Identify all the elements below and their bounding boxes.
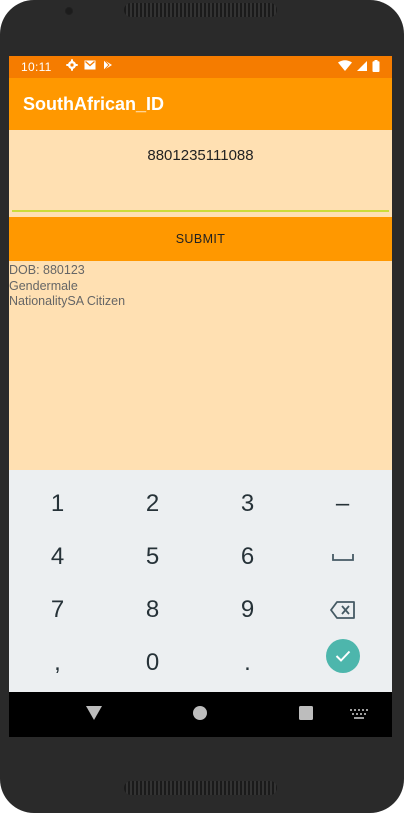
recents-icon[interactable] bbox=[299, 706, 313, 720]
key-0[interactable]: 0 bbox=[105, 637, 200, 689]
gender-text: Gendermale bbox=[9, 278, 78, 293]
top-speaker bbox=[124, 3, 277, 17]
dob-text: DOB: 880123 bbox=[9, 263, 85, 277]
status-system-icons bbox=[338, 60, 380, 72]
key-8[interactable]: 8 bbox=[105, 584, 200, 636]
play-store-icon bbox=[103, 59, 112, 71]
key-5[interactable]: 5 bbox=[105, 531, 200, 583]
screen: 10:11 SouthAfrican_ID 8801235111088 SUBM… bbox=[9, 56, 392, 737]
key-1[interactable]: 1 bbox=[10, 478, 105, 530]
status-time: 10:11 bbox=[21, 60, 52, 74]
keyboard-switch-icon[interactable] bbox=[350, 709, 368, 719]
back-icon[interactable] bbox=[86, 706, 102, 720]
check-icon bbox=[335, 650, 350, 662]
key-backspace[interactable] bbox=[295, 584, 390, 636]
key-6[interactable]: 6 bbox=[200, 531, 295, 583]
bottom-speaker bbox=[124, 781, 277, 795]
id-number-input[interactable] bbox=[12, 140, 389, 212]
front-camera bbox=[64, 6, 74, 16]
key-space[interactable] bbox=[295, 531, 390, 583]
navigation-bar bbox=[9, 692, 392, 737]
key-2[interactable]: 2 bbox=[105, 478, 200, 530]
home-icon[interactable] bbox=[193, 706, 207, 720]
app-bar: SouthAfrican_ID bbox=[9, 78, 392, 130]
battery-icon bbox=[372, 60, 380, 72]
results-panel: DOB: 880123 Gendermale NationalitySA Cit… bbox=[9, 263, 392, 310]
status-notification-icons bbox=[66, 59, 114, 71]
key-minus[interactable]: – bbox=[295, 478, 390, 530]
key-4[interactable]: 4 bbox=[10, 531, 105, 583]
backspace-icon bbox=[329, 601, 355, 619]
space-icon bbox=[331, 554, 354, 561]
phone-frame: 10:11 SouthAfrican_ID 8801235111088 SUBM… bbox=[0, 0, 404, 813]
gmail-icon bbox=[84, 60, 96, 70]
nationality-text: NationalitySA Citizen bbox=[9, 294, 126, 308]
key-comma[interactable]: , bbox=[10, 637, 105, 689]
signal-icon bbox=[357, 61, 367, 71]
numeric-keyboard: 1 2 3 – 4 5 6 7 8 9 , 0 . bbox=[9, 470, 392, 692]
key-9[interactable]: 9 bbox=[200, 584, 295, 636]
key-period[interactable]: . bbox=[200, 637, 295, 689]
gear-icon bbox=[66, 59, 78, 71]
app-title: SouthAfrican_ID bbox=[23, 94, 165, 114]
key-7[interactable]: 7 bbox=[10, 584, 105, 636]
key-3[interactable]: 3 bbox=[200, 478, 295, 530]
submit-button[interactable]: SUBMIT bbox=[9, 217, 392, 261]
status-bar: 10:11 bbox=[9, 56, 392, 78]
done-check-circle bbox=[325, 639, 360, 673]
key-done[interactable] bbox=[295, 630, 390, 682]
wifi-icon bbox=[338, 60, 352, 71]
